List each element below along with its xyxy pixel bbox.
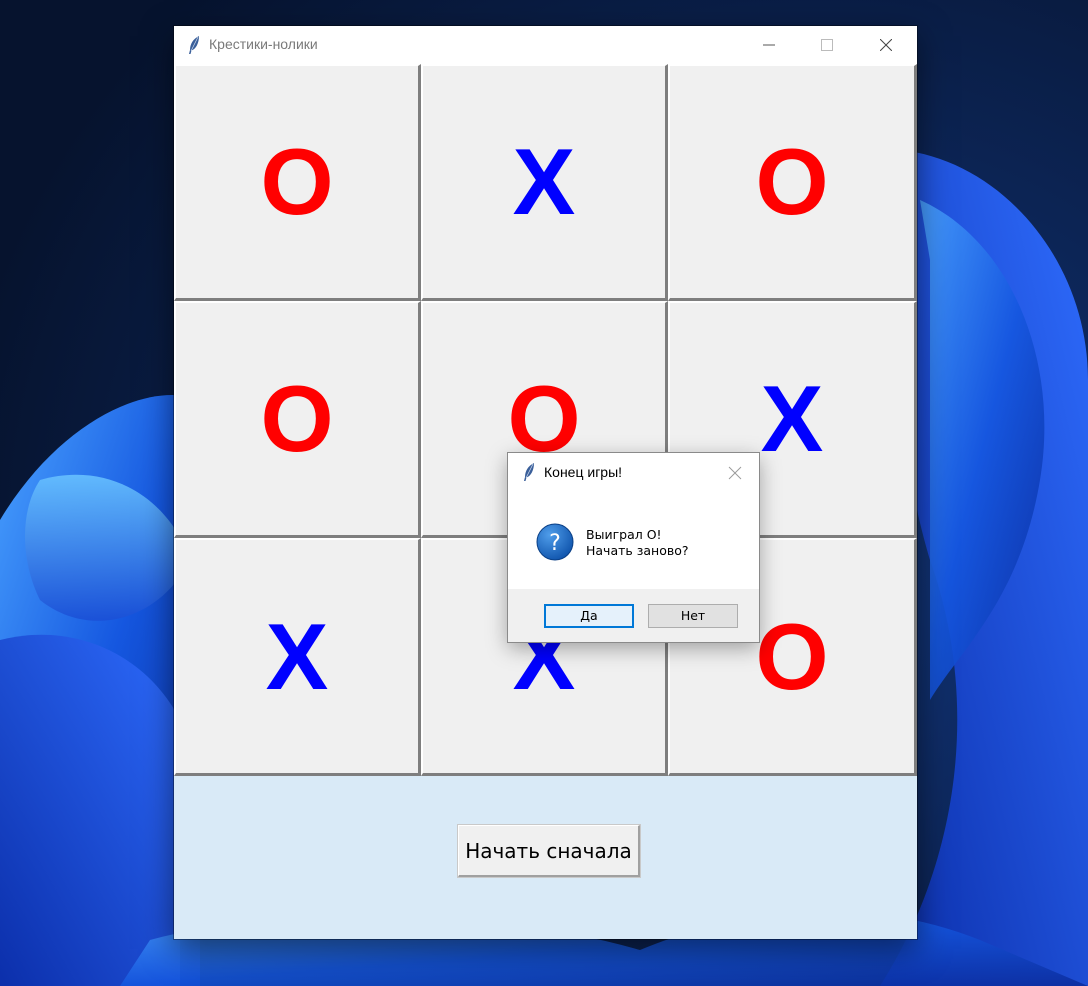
svg-text:?: ?	[549, 531, 561, 556]
dialog-title: Конец игры!	[544, 464, 623, 480]
close-button[interactable]	[863, 26, 909, 64]
window-titlebar[interactable]: Крестики-нолики	[174, 26, 917, 64]
question-icon: ?	[536, 523, 574, 561]
feather-icon	[189, 36, 199, 54]
no-button[interactable]: Нет	[648, 604, 738, 628]
yes-button[interactable]: Да	[544, 604, 634, 628]
window-title: Крестики-нолики	[209, 36, 318, 52]
close-icon[interactable]	[727, 465, 743, 481]
game-over-dialog: Конец игры! ? Выиграл O! Начать заново? …	[508, 453, 759, 642]
board-cell-3[interactable]: O	[668, 64, 917, 301]
minimize-icon	[763, 44, 775, 46]
board-cell-7[interactable]: X	[174, 538, 421, 776]
maximize-button[interactable]	[804, 26, 850, 64]
control-panel: Начать сначала	[174, 776, 917, 939]
board-cell-1[interactable]: O	[174, 64, 421, 301]
maximize-icon	[821, 39, 833, 51]
dialog-message-line2: Начать заново?	[586, 543, 689, 558]
board-cell-4[interactable]: O	[174, 301, 421, 538]
dialog-body: ? Выиграл O! Начать заново?	[508, 491, 759, 589]
minimize-button[interactable]	[746, 26, 792, 64]
dialog-titlebar[interactable]: Конец игры!	[508, 453, 759, 491]
close-icon	[880, 39, 892, 51]
restart-button[interactable]: Начать сначала	[457, 824, 641, 878]
board-cell-2[interactable]: X	[421, 64, 668, 301]
dialog-footer: Да Нет	[508, 589, 759, 642]
feather-icon	[524, 463, 534, 481]
game-board: O X O O O X X X O	[174, 64, 917, 776]
dialog-message: Выиграл O! Начать заново?	[586, 527, 689, 559]
dialog-message-line1: Выиграл O!	[586, 527, 662, 542]
